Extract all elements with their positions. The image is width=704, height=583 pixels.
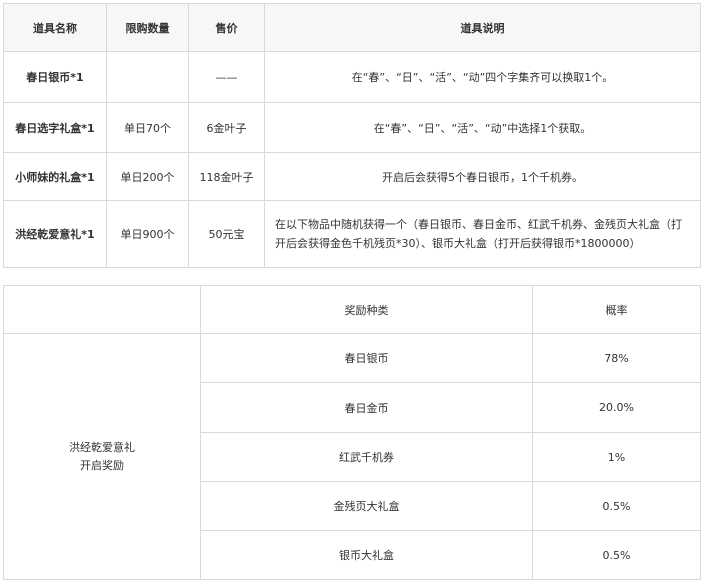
reward-probability: 0.5%	[532, 530, 701, 580]
item-name: 小师妹的礼盒*1	[3, 152, 107, 201]
reward-probability: 20.0%	[532, 382, 701, 433]
header-blank	[3, 285, 201, 334]
header-item-name: 道具名称	[3, 3, 107, 52]
item-description: 在“春”、“日”、“活”、“动”四个字集齐可以换取1个。	[264, 51, 701, 103]
table-row: 洪经乾爱意礼 开启奖励 春日银币 78%	[3, 333, 701, 580]
item-description: 在以下物品中随机获得一个（春日银币、春日金币、红武千机券、金残页大礼盒（打开后会…	[264, 200, 701, 268]
reward-probability: 78%	[532, 333, 701, 383]
table-row: 小师妹的礼盒*1 单日200个 118金叶子 开启后会获得5个春日银币，1个千机…	[3, 152, 701, 201]
table-row: 洪经乾爱意礼*1 单日900个 50元宝 在以下物品中随机获得一个（春日银币、春…	[3, 200, 701, 268]
header-description: 道具说明	[264, 3, 701, 52]
reward-table: 奖励种类 概率 洪经乾爱意礼 开启奖励 春日银币 78% 春日金币 20.0% …	[3, 285, 701, 580]
table-header-row: 奖励种类 概率	[3, 285, 701, 334]
item-price: ——	[188, 51, 265, 103]
header-purchase-limit: 限购数量	[106, 3, 189, 52]
item-name: 春日银币*1	[3, 51, 107, 103]
item-limit: 单日70个	[106, 102, 189, 153]
reward-item: 银币大礼盒	[200, 530, 533, 580]
item-price: 118金叶子	[188, 152, 265, 201]
item-description: 在“春”、“日”、“活”、“动”中选择1个获取。	[264, 102, 701, 153]
item-limit	[106, 51, 189, 103]
reward-source-label: 洪经乾爱意礼 开启奖励	[3, 333, 201, 580]
reward-item: 春日银币	[200, 333, 533, 383]
reward-item: 金残页大礼盒	[200, 481, 533, 531]
reward-source-line1: 洪经乾爱意礼	[69, 440, 135, 454]
item-price: 50元宝	[188, 200, 265, 268]
table-row: 春日选字礼盒*1 单日70个 6金叶子 在“春”、“日”、“活”、“动”中选择1…	[3, 102, 701, 153]
table-row: 春日银币*1 —— 在“春”、“日”、“活”、“动”四个字集齐可以换取1个。	[3, 51, 701, 103]
item-name: 春日选字礼盒*1	[3, 102, 107, 153]
item-name: 洪经乾爱意礼*1	[3, 200, 107, 268]
reward-probability: 1%	[532, 432, 701, 482]
item-description: 开启后会获得5个春日银币，1个千机券。	[264, 152, 701, 201]
table-header-row: 道具名称 限购数量 售价 道具说明	[3, 3, 701, 52]
item-limit: 单日900个	[106, 200, 189, 268]
reward-source-line2: 开启奖励	[80, 458, 124, 472]
item-price: 6金叶子	[188, 102, 265, 153]
header-probability: 概率	[532, 285, 701, 334]
reward-item: 红武千机券	[200, 432, 533, 482]
reward-probability: 0.5%	[532, 481, 701, 531]
reward-item: 春日金币	[200, 382, 533, 433]
header-price: 售价	[188, 3, 265, 52]
item-table: 道具名称 限购数量 售价 道具说明 春日银币*1 —— 在“春”、“日”、“活”…	[3, 3, 701, 268]
header-reward-type: 奖励种类	[200, 285, 533, 334]
item-limit: 单日200个	[106, 152, 189, 201]
